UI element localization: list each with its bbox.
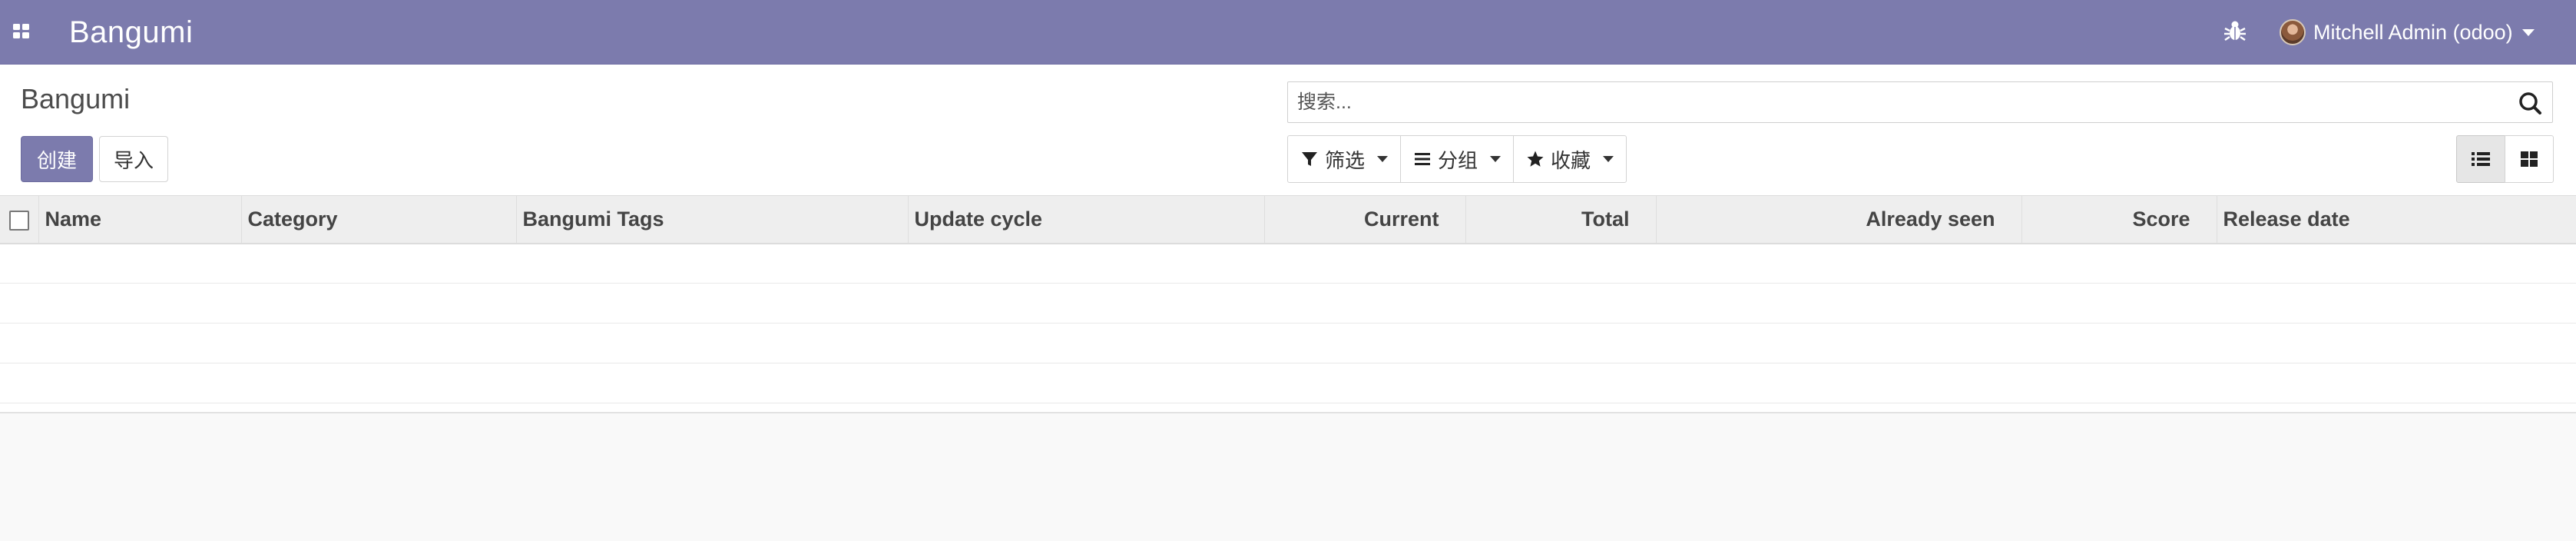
star-icon [1527,151,1544,167]
table-row-empty [0,323,2576,363]
favorites-label: 收藏 [1551,148,1591,172]
kanban-view-icon[interactable] [2505,135,2554,183]
column-header-name[interactable]: Name [38,195,242,244]
search-icon[interactable] [2517,90,2543,116]
search-bar [1287,81,2553,123]
chevron-down-icon [2521,28,2535,36]
list-view: Name Category Bangumi Tags Update cycle … [0,195,2576,413]
user-menu[interactable]: Mitchell Admin (odoo) [2280,12,2568,52]
table-row-empty [0,243,2576,284]
control-panel: Bangumi 创建 导入 筛选 分组 [0,65,2576,195]
group-by-dropdown[interactable]: 分组 [1400,135,1515,183]
column-header-update-cycle[interactable]: Update cycle [908,195,1265,244]
column-header-total[interactable]: Total [1465,195,1657,244]
table-row-empty [0,283,2576,324]
chevron-down-icon [1490,156,1502,162]
filter-icon [1302,152,1317,166]
view-switcher [2456,135,2554,183]
create-button[interactable]: 创建 [21,136,93,182]
column-header-current[interactable]: Current [1264,195,1466,244]
top-navbar: Bangumi Mitchell Admin (odoo) [0,0,2576,65]
bug-icon[interactable] [2223,17,2247,45]
avatar [2280,19,2306,45]
app-title[interactable]: Bangumi [69,11,193,54]
filters-label: 筛选 [1325,148,1366,172]
column-header-already-seen[interactable]: Already seen [1656,195,2022,244]
records-table: Name Category Bangumi Tags Update cycle … [0,195,2576,403]
filters-dropdown[interactable]: 筛选 [1287,135,1402,183]
apps-grid-icon[interactable] [9,18,35,45]
group-by-label: 分组 [1438,148,1478,172]
chevron-down-icon [1377,156,1389,162]
column-header-bangumi-tags[interactable]: Bangumi Tags [516,195,909,244]
column-header-release-date[interactable]: Release date [2217,195,2576,244]
list-view-icon[interactable] [2456,135,2505,183]
chevron-down-icon [1603,156,1614,162]
select-all-checkbox[interactable] [8,210,29,231]
search-input[interactable] [1297,82,2495,122]
select-all-column [0,195,39,244]
column-header-score[interactable]: Score [2021,195,2217,244]
search-options: 筛选 分组 收藏 [1287,135,1627,183]
table-row-empty [0,363,2576,403]
column-header-category[interactable]: Category [241,195,517,244]
breadcrumb: Bangumi [21,83,131,115]
bars-icon [1415,153,1431,165]
user-name: Mitchell Admin (odoo) [2313,20,2513,44]
favorites-dropdown[interactable]: 收藏 [1513,135,1627,183]
import-button[interactable]: 导入 [99,136,168,182]
table-header-row: Name Category Bangumi Tags Update cycle … [0,195,2576,244]
